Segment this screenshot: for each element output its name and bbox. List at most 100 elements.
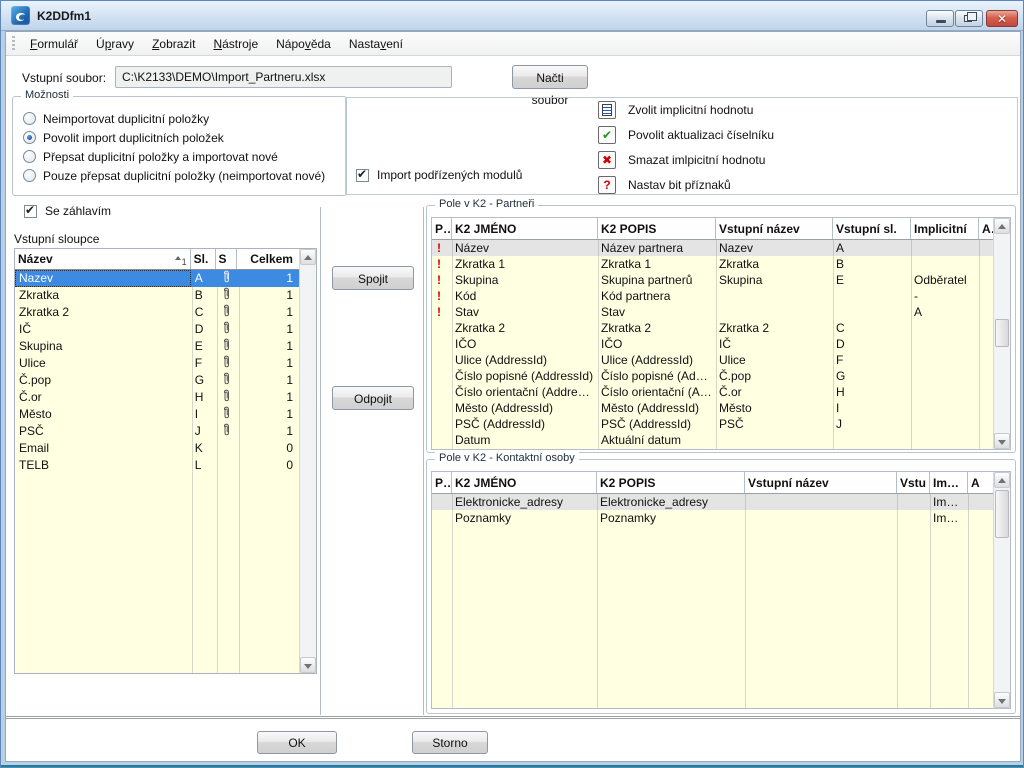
with-header-checkbox[interactable]: Se záhlavím [24, 203, 111, 218]
input-column-row-4[interactable]: Skupina E 1 [15, 338, 299, 355]
input-column-row-8[interactable]: Město I 1 [15, 406, 299, 423]
cancel-button[interactable]: Storno [412, 731, 488, 754]
column-header-2[interactable]: K2 POPIS [597, 472, 745, 493]
menu-item-5[interactable]: Nastavení [340, 34, 412, 54]
column-header-5[interactable]: Implici [930, 472, 968, 493]
radio-option-0[interactable]: Neimportovat duplicitní položky [23, 109, 325, 128]
column-header-2[interactable]: K2 POPIS [598, 218, 716, 239]
required-mark [432, 510, 452, 526]
scroll-up-icon[interactable] [994, 472, 1010, 488]
partners-row-9[interactable]: Číslo orientační (AddressId) Číslo orient… [432, 384, 993, 400]
footer-separator [6, 716, 1020, 719]
scroll-thumb[interactable] [995, 490, 1009, 538]
input-column-row-3[interactable]: IČ D 1 [15, 321, 299, 338]
contacts-row-1[interactable]: Poznamky Poznamky Impo... [432, 510, 993, 526]
column-header-1[interactable]: K2 JMÉNO [452, 218, 598, 239]
column-header-name[interactable]: Název 1 [15, 249, 191, 269]
minimize-button[interactable] [926, 10, 954, 27]
partners-row-11[interactable]: PSČ (AddressId) PSČ (AddressId) PSČ J [432, 416, 993, 432]
column-header-6[interactable]: A [979, 218, 993, 239]
contacts-scrollbar[interactable] [993, 472, 1010, 708]
partners-row-6[interactable]: IČO IČO IČ D [432, 336, 993, 352]
menu-item-4[interactable]: Nápověda [267, 34, 340, 54]
contacts-rows: Elektronicke_adresy Elektronicke_adresy Im… [432, 494, 993, 708]
menu-item-2[interactable]: Zobrazit [143, 34, 204, 54]
question-icon[interactable]: ? [598, 176, 616, 194]
legend-label: Nastav bit příznaků [628, 178, 731, 192]
menu-item-1[interactable]: Úpravy [87, 34, 143, 54]
input-column-row-11[interactable]: TELB L 0 [15, 457, 299, 474]
input-columns-table: Název 1 Sl. S Celkem Nazev A 1 Zkratka B 1 Zkr… [14, 248, 317, 674]
scroll-track[interactable] [300, 265, 316, 657]
scroll-down-icon[interactable] [994, 692, 1010, 708]
legend-item-2[interactable]: ✖ Smazat imlpicitní hodnotu [598, 151, 774, 169]
partners-scrollbar[interactable] [993, 218, 1010, 449]
column-header-3[interactable]: Vstupní název [745, 472, 897, 493]
partners-row-2[interactable]: ! Skupina Skupina partnerů Skupina E Odběrate… [432, 272, 993, 288]
load-file-button[interactable]: Načti soubor [512, 65, 588, 107]
menu-item-0[interactable]: Formulář [21, 34, 87, 54]
scroll-down-icon[interactable] [994, 433, 1010, 449]
ok-button[interactable]: OK [257, 731, 337, 754]
partners-row-12[interactable]: Datum Aktuální datum [432, 432, 993, 448]
import-modules-checkbox[interactable]: Import podřízených modulů [356, 167, 522, 182]
radio-option-3[interactable]: Pouze přepsat duplicitní položky (neimpo… [23, 166, 325, 185]
partners-row-0[interactable]: ! Název Název partnera Nazev A [432, 240, 993, 256]
required-mark [432, 368, 452, 384]
scroll-thumb[interactable] [995, 319, 1009, 347]
radio-option-2[interactable]: Přepsat duplicitní položky a importovat … [23, 147, 325, 166]
partners-row-8[interactable]: Číslo popisné (AddressId) Číslo popisné (… [432, 368, 993, 384]
column-header-total[interactable]: Celkem [237, 249, 299, 269]
title-bar[interactable]: K2DDfm1 ✕ [1, 1, 1023, 31]
input-column-row-9[interactable]: PSČ J 1 [15, 423, 299, 440]
column-header-5[interactable]: Implicitní [911, 218, 979, 239]
paperclip-icon [222, 304, 231, 321]
input-columns-rows: Nazev A 1 Zkratka B 1 Zkratka 2 C 1 IČ D 1 Skupina E 1… [15, 270, 299, 673]
column-header-6[interactable]: A [968, 472, 993, 493]
partners-row-1[interactable]: ! Zkratka 1 Zkratka 1 Zkratka B [432, 256, 993, 272]
scroll-down-icon[interactable] [300, 657, 316, 673]
restore-button[interactable] [955, 10, 983, 27]
input-file-field[interactable]: C:\K2133\DEMO\Import_Partneru.xlsx [115, 66, 452, 88]
legend-item-1[interactable]: ✔ Povolit aktualizaci číselníku [598, 126, 774, 144]
column-header-sl[interactable]: Sl. [191, 249, 216, 269]
legend-item-0[interactable]: Zvolit implicitní hodnotu [598, 101, 774, 119]
legend-item-3[interactable]: ? Nastav bit příznaků [598, 176, 774, 194]
scroll-track[interactable] [994, 488, 1010, 692]
input-column-row-5[interactable]: Ulice F 1 [15, 355, 299, 372]
column-header-0[interactable]: PP [432, 218, 452, 239]
check-icon[interactable]: ✔ [598, 126, 616, 144]
input-column-row-2[interactable]: Zkratka 2C1 [15, 304, 299, 321]
menu-items: Formulář Úpravy Zobrazit Nástroje Nápověda Na… [21, 34, 412, 54]
menu-gripper-handle[interactable] [12, 35, 15, 52]
partners-row-3[interactable]: ! Kód Kód partnera - [432, 288, 993, 304]
partners-row-10[interactable]: Město (AddressId) Město (AddressId) Město I [432, 400, 993, 416]
column-header-0[interactable]: PP [432, 472, 452, 493]
scroll-up-icon[interactable] [300, 249, 316, 265]
column-header-1[interactable]: K2 JMÉNO [452, 472, 597, 493]
document-icon[interactable] [598, 101, 616, 119]
contacts-row-0[interactable]: Elektronicke_adresy Elektronicke_adresy Im… [432, 494, 993, 510]
delete-icon[interactable]: ✖ [598, 151, 616, 169]
column-header-s[interactable]: S [216, 249, 238, 269]
column-header-3[interactable]: Vstupní název [716, 218, 833, 239]
partners-row-4[interactable]: ! Stav Stav A [432, 304, 993, 320]
column-header-4[interactable]: Vstupní sl. [833, 218, 911, 239]
join-button[interactable]: Spojit [332, 266, 414, 290]
close-button[interactable]: ✕ [986, 10, 1018, 27]
scroll-up-icon[interactable] [994, 218, 1010, 234]
input-column-row-7[interactable]: Č.or H 1 [15, 389, 299, 406]
input-column-row-0[interactable]: Nazev A 1 [15, 270, 299, 287]
partners-row-5[interactable]: Zkratka 2 Zkratka 2 Zkratka 2C [432, 320, 993, 336]
menu-item-3[interactable]: Nástroje [204, 34, 267, 54]
detach-button[interactable]: Odpojit [332, 386, 414, 410]
input-column-row-6[interactable]: Č.pop G 1 [15, 372, 299, 389]
scroll-track[interactable] [994, 234, 1010, 433]
partners-row-7[interactable]: Ulice (AddressId) Ulice (AddressId) Ulice F [432, 352, 993, 368]
input-column-row-1[interactable]: Zkratka B 1 [15, 287, 299, 304]
input-column-row-10[interactable]: Email K 0 [15, 440, 299, 457]
grid-line [597, 494, 598, 708]
input-columns-scrollbar[interactable] [299, 249, 316, 673]
radio-option-1[interactable]: Povolit import duplicitních položek [23, 128, 325, 147]
column-header-4[interactable]: Vstu [897, 472, 930, 493]
